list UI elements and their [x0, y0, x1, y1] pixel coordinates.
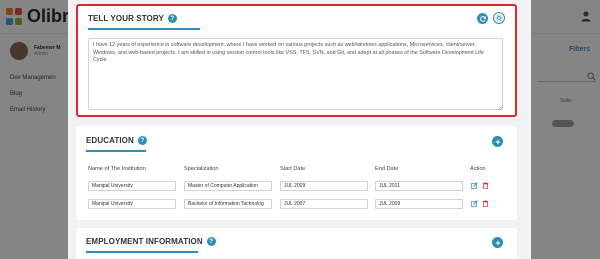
title-underline [86, 251, 198, 253]
institution-field[interactable]: Manipal University [88, 199, 176, 209]
column-header-end-date: End Date [375, 166, 399, 172]
row-actions [471, 182, 489, 189]
edit-icon[interactable] [471, 182, 478, 189]
help-icon[interactable]: ? [167, 14, 177, 23]
end-date-field[interactable]: JUL 2009 [375, 199, 463, 209]
education-card: EDUCATION ? Name of The Institution Spec… [76, 126, 517, 220]
employment-title: EMPLOYMENT INFORMATION ? [86, 237, 216, 246]
story-title: TELL YOUR STORY ? [88, 14, 177, 23]
end-date-field[interactable]: JUL 2011 [375, 181, 463, 191]
edit-icon[interactable] [471, 200, 478, 207]
delete-icon[interactable] [482, 182, 489, 189]
gear-icon [495, 14, 503, 22]
help-icon[interactable]: ? [206, 237, 216, 246]
institution-field[interactable]: Manipal University [88, 181, 176, 191]
refresh-icon [479, 15, 486, 22]
start-date-field[interactable]: JUL 2007 [280, 199, 368, 209]
title-underline [86, 150, 146, 152]
add-education-button[interactable] [492, 136, 503, 147]
education-title: EDUCATION ? [86, 136, 147, 145]
row-actions [471, 200, 489, 207]
refresh-button[interactable] [477, 13, 488, 24]
settings-button[interactable] [493, 12, 505, 24]
specialization-field[interactable]: Master of Computer Application [184, 181, 272, 191]
story-title-text: TELL YOUR STORY [88, 14, 164, 23]
profile-edit-modal: TELL YOUR STORY ? I have 12 years of exp… [68, 0, 531, 259]
plus-icon [495, 240, 500, 245]
education-title-text: EDUCATION [86, 136, 134, 145]
specialization-field[interactable]: Bachelor of Information Technolog [184, 199, 272, 209]
help-icon[interactable]: ? [137, 136, 147, 145]
employment-card: EMPLOYMENT INFORMATION ? [76, 228, 517, 259]
resize-handle-icon[interactable] [498, 105, 503, 110]
title-underline [88, 28, 200, 30]
add-employment-button[interactable] [492, 237, 503, 248]
column-header-specialization: Specialization [184, 166, 219, 172]
story-textarea[interactable]: I have 12 years of experience in softwar… [88, 38, 503, 110]
start-date-field[interactable]: JUL 2009 [280, 181, 368, 191]
column-header-institution: Name of The Institution [88, 166, 146, 172]
story-card: TELL YOUR STORY ? I have 12 years of exp… [76, 4, 517, 117]
employment-title-text: EMPLOYMENT INFORMATION [86, 237, 203, 246]
column-header-action: Action [470, 166, 486, 172]
delete-icon[interactable] [482, 200, 489, 207]
plus-icon [495, 139, 500, 144]
column-header-start-date: Start Date [280, 166, 306, 172]
